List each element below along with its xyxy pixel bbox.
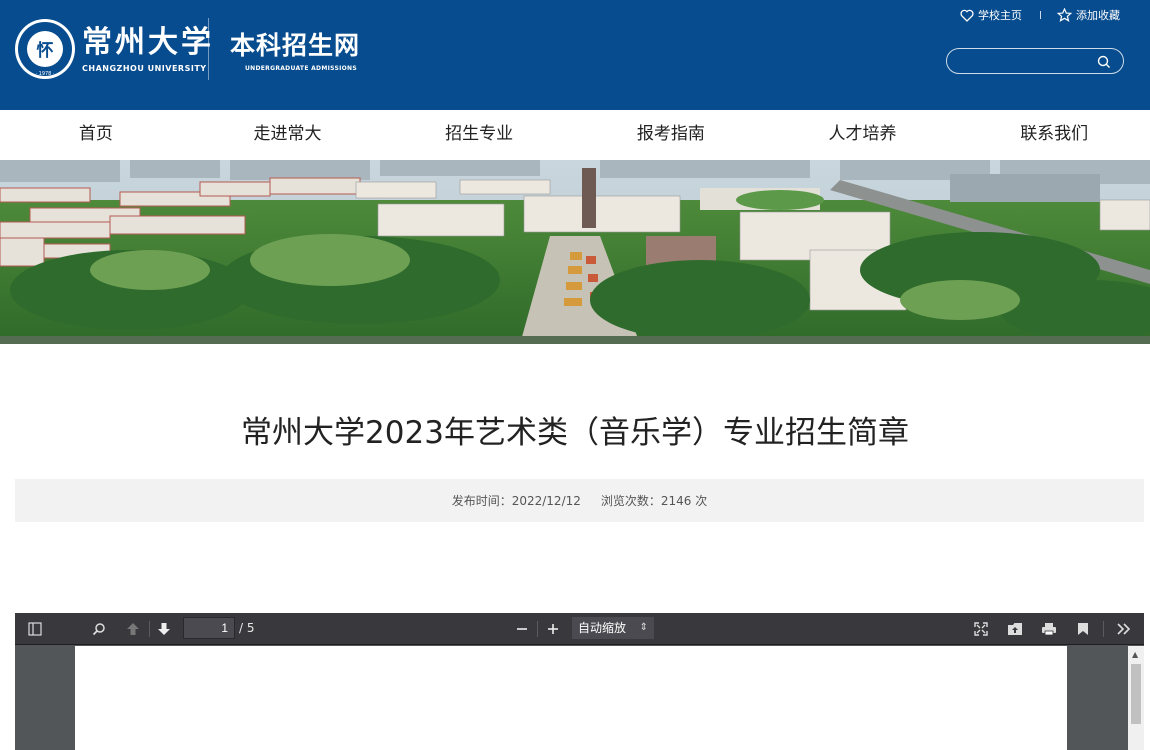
page-number-input[interactable]: [183, 617, 235, 639]
previous-page-icon[interactable]: [123, 619, 143, 639]
sidebar-toggle-icon[interactable]: [25, 619, 45, 639]
article-meta: 发布时间： 2022/12/12 浏览次数： 2146 次: [15, 479, 1144, 522]
svg-text:怀: 怀: [37, 41, 54, 61]
search-box: [946, 48, 1124, 74]
top-links: 学校主页 添加收藏: [960, 6, 1120, 24]
site-name[interactable]: 本科招生网: [230, 31, 360, 61]
top-links-divider: [1040, 11, 1041, 19]
zoom-in-icon[interactable]: [543, 619, 563, 639]
select-arrows-icon: ⇕: [639, 622, 648, 633]
bookmark-icon[interactable]: [1073, 619, 1093, 639]
next-page-icon[interactable]: [154, 619, 174, 639]
zoom-select[interactable]: 自动缩放 ⇕: [572, 617, 654, 639]
print-icon[interactable]: [1039, 619, 1059, 639]
publish-label: 发布时间：: [451, 494, 512, 508]
toolbar-separator: [1103, 621, 1104, 637]
university-seal-icon[interactable]: 怀 · 1978 ·: [14, 18, 76, 80]
pdf-page[interactable]: [75, 646, 1067, 750]
pdf-toolbar: / 5 自动缩放 ⇕: [15, 613, 1144, 645]
add-favorite-label: 添加收藏: [1076, 9, 1120, 22]
scroll-up-icon[interactable]: ▲: [1132, 650, 1138, 659]
add-favorite-link[interactable]: 添加收藏: [1057, 7, 1120, 23]
search-icon[interactable]: [89, 619, 109, 639]
pdf-scrollbar[interactable]: ▲: [1128, 646, 1144, 750]
main-nav: 首页 走进常大 招生专业 报考指南 人才培养 联系我们: [0, 110, 1150, 160]
views-unit: 次: [695, 494, 708, 508]
fullscreen-icon[interactable]: [971, 619, 991, 639]
views-count: 2146: [660, 493, 692, 508]
star-icon: [1057, 8, 1072, 22]
university-name-en: CHANGZHOU UNIVERSITY: [82, 64, 207, 73]
logo-divider: [208, 18, 209, 80]
nav-item-guide[interactable]: 报考指南: [575, 110, 767, 160]
page-total: / 5: [239, 621, 255, 635]
toolbar-separator: [537, 621, 538, 637]
publish-date: 2022/12/12: [511, 493, 581, 508]
search-icon[interactable]: [1097, 55, 1111, 69]
toolbar-separator: [149, 621, 150, 637]
nav-item-contact[interactable]: 联系我们: [958, 110, 1150, 160]
svg-text:· 1978 ·: · 1978 ·: [35, 71, 54, 77]
nav-item-majors[interactable]: 招生专业: [383, 110, 575, 160]
scrollbar-thumb[interactable]: [1131, 664, 1141, 724]
nav-item-about[interactable]: 走进常大: [192, 110, 384, 160]
zoom-out-icon[interactable]: [512, 619, 532, 639]
campus-banner-image: [0, 160, 1150, 344]
site-header: 怀 · 1978 · 常州大学 CHANGZHOU UNIVERSITY 本科招…: [0, 0, 1150, 110]
nav-item-training[interactable]: 人才培养: [767, 110, 959, 160]
views-label: 浏览次数：: [600, 494, 661, 508]
school-home-link[interactable]: 学校主页: [960, 7, 1022, 23]
zoom-select-value: 自动缩放: [578, 621, 627, 635]
open-file-icon[interactable]: [1005, 619, 1025, 639]
school-home-label: 学校主页: [978, 9, 1022, 22]
university-name-cn[interactable]: 常州大学: [82, 26, 214, 60]
tools-menu-icon[interactable]: [1114, 619, 1134, 639]
article-title: 常州大学2023年艺术类（音乐学）专业招生简章: [241, 415, 909, 451]
heart-icon: [960, 9, 974, 22]
nav-item-home[interactable]: 首页: [0, 110, 192, 160]
search-input[interactable]: [957, 52, 1101, 72]
pdf-viewer: / 5 自动缩放 ⇕ ▲: [15, 613, 1144, 750]
site-subtitle: UNDERGRADUATE ADMISSIONS: [245, 65, 357, 72]
